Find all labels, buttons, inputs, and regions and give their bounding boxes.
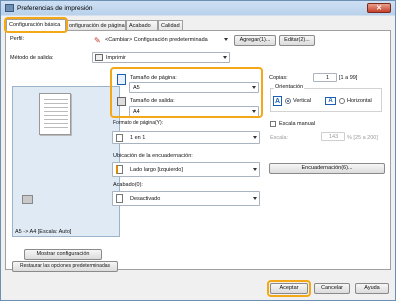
portrait-icon: A — [273, 96, 282, 106]
scale-range: % [25 a 200] — [347, 135, 378, 141]
show-settings-button[interactable]: Mostrar configuración — [24, 249, 102, 260]
output-method-value: Imprimir — [106, 55, 126, 61]
vertical-radio[interactable] — [285, 98, 291, 104]
output-method-select[interactable]: Imprimir — [92, 52, 230, 63]
settings-panel: Perfil: ✎ <Cambiar> Configuración predet… — [5, 30, 391, 272]
scale-input[interactable]: 143 — [321, 132, 345, 141]
manual-scale-checkbox[interactable] — [270, 121, 276, 127]
binding-button[interactable]: Encuadernación(6)... — [269, 163, 385, 174]
profile-label: Perfil: — [10, 36, 25, 42]
landscape-icon: A — [325, 97, 336, 105]
copies-input[interactable]: 1 — [313, 73, 337, 82]
profile-value[interactable]: <Cambiar> Configuración predeterminada — [105, 37, 208, 43]
accept-highlight — [267, 280, 311, 297]
print-preview: A5 -> A4 [Escala: Auto] — [12, 86, 120, 237]
title-bar: Preferencias de impresión ✕ — [1, 1, 395, 16]
finishing-label: Acabado(0): — [113, 182, 143, 188]
copies-label: Copias: — [269, 75, 288, 81]
printer-preview-icon — [22, 195, 33, 204]
preview-caption: A5 -> A4 [Escala: Auto] — [15, 229, 72, 235]
manual-scale-label: Escala manual — [279, 121, 316, 127]
printer-icon — [95, 54, 103, 61]
finishing-icon — [116, 194, 123, 203]
horizontal-radio[interactable] — [339, 98, 345, 104]
page-format-label: Formato de página(Y): — [113, 120, 164, 126]
horizontal-label: Horizontal — [347, 98, 372, 104]
cancel-button[interactable]: Cancelar — [314, 283, 350, 294]
orientation-label: Orientación — [274, 84, 305, 90]
help-button[interactable]: Ayuda — [355, 283, 389, 294]
pencil-icon: ✎ — [94, 36, 101, 45]
profile-chevron-down-icon[interactable] — [224, 38, 228, 41]
scale-label: Escala: — [270, 135, 289, 141]
restore-defaults-button[interactable]: Restaurar las opciones predeterminadas — [12, 261, 118, 272]
binding-select[interactable]: Lado largo [izquierdo] — [112, 162, 260, 177]
page-layout-icon — [116, 134, 123, 142]
binding-icon — [116, 165, 123, 174]
page-preview-icon — [39, 93, 71, 135]
close-button[interactable]: ✕ — [367, 3, 391, 13]
page-format-select[interactable]: 1 en 1 — [112, 131, 260, 144]
copies-range: [1 a 99] — [339, 75, 358, 81]
edit-profile-button[interactable]: Editar(2)... — [279, 35, 315, 46]
finishing-select[interactable]: Desactivado — [112, 191, 260, 206]
binding-label: Ubicación de la encuadernación: — [113, 153, 193, 159]
add-profile-button[interactable]: Agregar(1)... — [234, 35, 276, 46]
vertical-label: Vertical — [293, 98, 312, 104]
tab-highlight — [4, 17, 68, 33]
printer-app-icon — [5, 4, 14, 12]
print-preferences-window: Preferencias de impresión ✕ Configuració… — [0, 0, 396, 301]
page-size-highlight — [110, 67, 263, 118]
output-method-label: Método de salida: — [10, 55, 54, 61]
window-title: Preferencias de impresión — [17, 5, 93, 12]
